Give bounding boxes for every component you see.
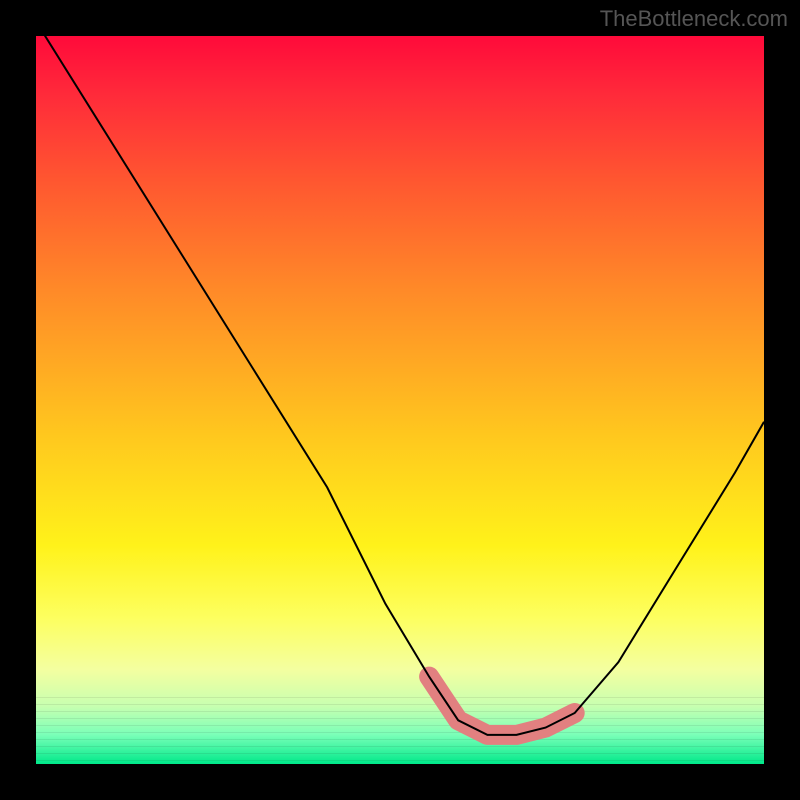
- highlight-min-region: [429, 677, 575, 735]
- curve-svg: [36, 36, 764, 764]
- watermark-text: TheBottleneck.com: [600, 6, 788, 32]
- chart-frame: TheBottleneck.com: [0, 0, 800, 800]
- plot-area: [36, 36, 764, 764]
- bottleneck-curve: [36, 36, 764, 735]
